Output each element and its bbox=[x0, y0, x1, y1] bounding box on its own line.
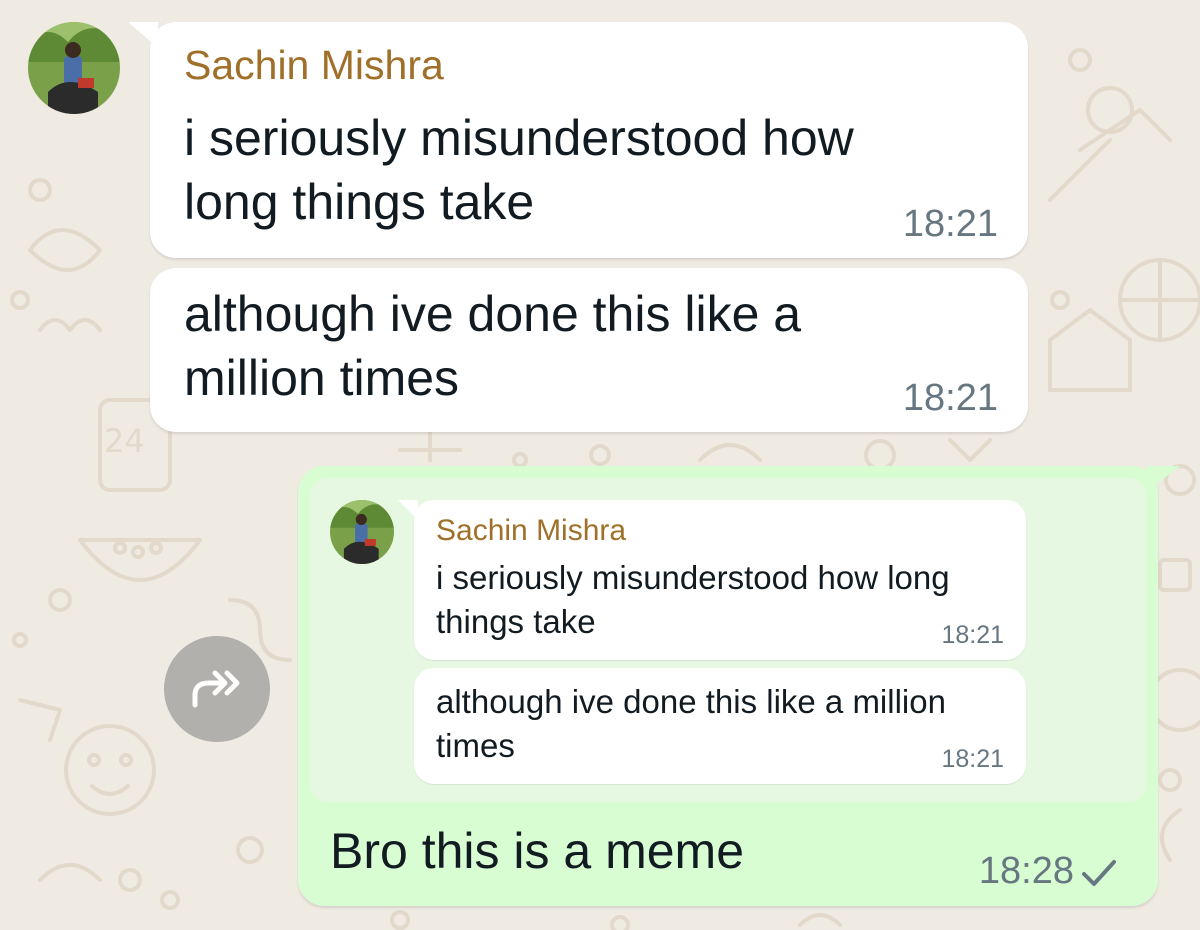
message-text: Bro this is a meme bbox=[330, 823, 745, 879]
sender-name: Sachin Mishra bbox=[436, 514, 627, 547]
message-time: 18:21 bbox=[902, 377, 998, 419]
svg-text:24: 24 bbox=[104, 422, 145, 460]
message-text: i seriously misunderstood how long thing… bbox=[184, 110, 854, 230]
forwarded-message: Sachin Mishra i seriously misunderstood … bbox=[414, 500, 1026, 660]
outgoing-message[interactable]: Sachin Mishra i seriously misunderstood … bbox=[298, 466, 1158, 906]
message-time: 18:28 bbox=[978, 850, 1074, 892]
message-time: 18:21 bbox=[902, 203, 998, 245]
message-time: 18:21 bbox=[941, 621, 1004, 649]
incoming-message[interactable]: Sachin Mishra i seriously misunderstood … bbox=[150, 22, 1028, 258]
forwarded-messages[interactable]: Sachin Mishra i seriously misunderstood … bbox=[310, 478, 1146, 802]
forward-button[interactable] bbox=[164, 636, 270, 742]
avatar-photo bbox=[28, 22, 120, 114]
forward-arrow-icon bbox=[192, 670, 240, 708]
single-check-icon bbox=[1082, 860, 1116, 886]
avatar bbox=[330, 500, 394, 564]
message-text: although ive done this like a million ti… bbox=[184, 286, 802, 406]
message-time-container: 18:28 bbox=[979, 850, 1118, 893]
message-text: i seriously misunderstood how long thing… bbox=[436, 559, 950, 640]
forwarded-message: although ive done this like a million ti… bbox=[414, 668, 1026, 784]
avatar[interactable] bbox=[28, 22, 120, 114]
message-time: 18:21 bbox=[941, 745, 1004, 773]
message-text: although ive done this like a million ti… bbox=[436, 683, 946, 764]
avatar-photo bbox=[330, 500, 394, 564]
incoming-message[interactable]: although ive done this like a million ti… bbox=[150, 268, 1028, 432]
sender-name[interactable]: Sachin Mishra bbox=[184, 42, 444, 89]
